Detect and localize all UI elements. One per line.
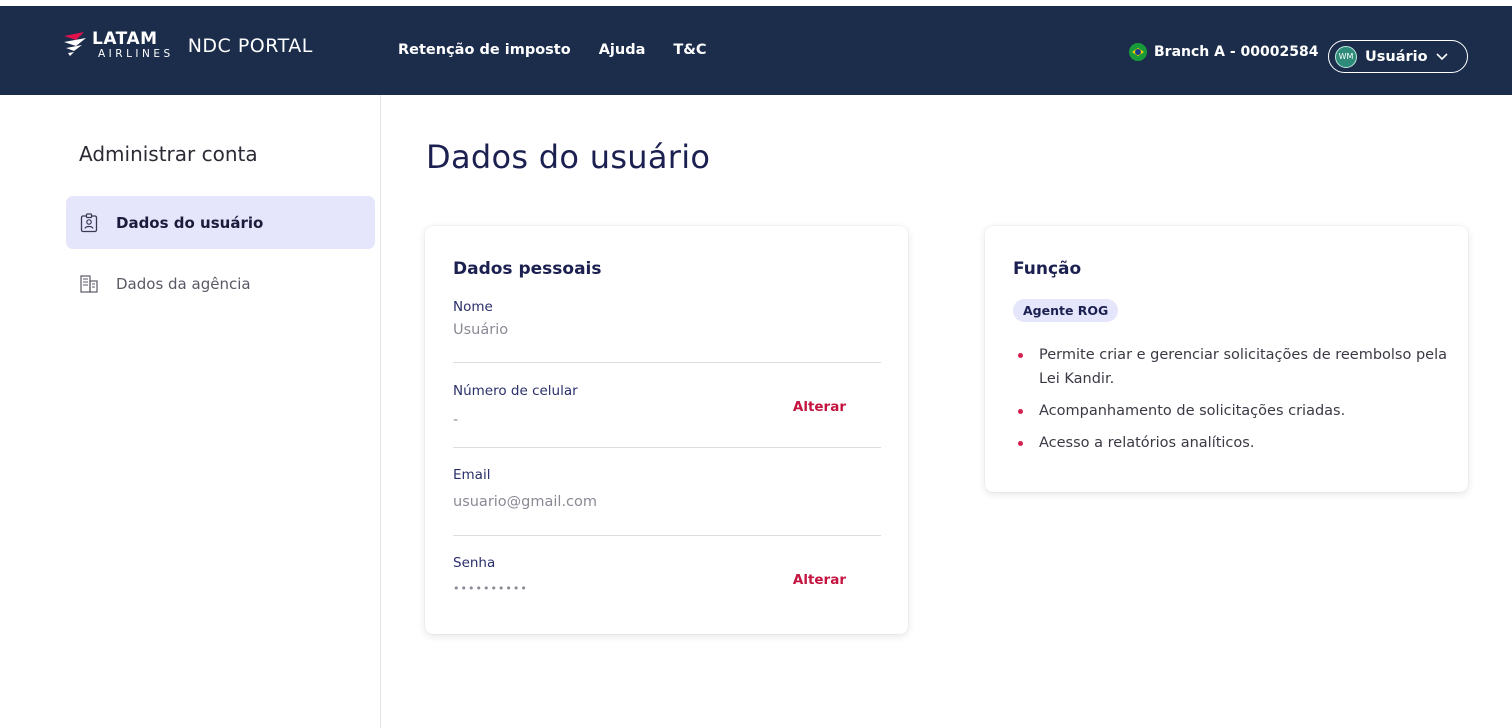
user-menu-button[interactable]: WM Usuário bbox=[1328, 40, 1468, 73]
branch-indicator[interactable]: Branch A - 00002584 bbox=[1129, 43, 1318, 61]
field-value: Usuário bbox=[453, 322, 509, 338]
user-label: Usuário bbox=[1365, 48, 1428, 65]
branch-label: Branch A - 00002584 bbox=[1154, 44, 1319, 60]
sidebar: Administrar conta Dados do usuário Dados… bbox=[0, 95, 381, 728]
field-email: Email usuario@gmail.com bbox=[453, 467, 881, 510]
list-item: Acesso a relatórios analíticos. bbox=[1015, 431, 1455, 455]
role-permissions-list: Permite criar e gerenciar solicitações d… bbox=[1015, 343, 1455, 463]
brand-secondary: AIRLINES bbox=[98, 47, 174, 60]
divider bbox=[453, 362, 881, 363]
sidebar-item-label: Dados do usuário bbox=[116, 213, 264, 232]
role-badge: Agente ROG bbox=[1013, 299, 1119, 322]
field-nome: Nome Usuário bbox=[453, 299, 881, 338]
list-item: Permite criar e gerenciar solicitações d… bbox=[1015, 343, 1455, 391]
alterar-senha-button[interactable]: Alterar bbox=[793, 572, 846, 588]
nav-retencao-imposto[interactable]: Retenção de imposto bbox=[398, 42, 571, 58]
field-value: usuario@gmail.com bbox=[453, 494, 598, 510]
chevron-down-icon bbox=[1436, 50, 1448, 64]
field-label: Número de celular bbox=[453, 383, 578, 399]
latam-logo-icon bbox=[62, 28, 88, 62]
sidebar-title: Administrar conta bbox=[79, 142, 258, 166]
list-item: Acompanhamento de solicitações criadas. bbox=[1015, 399, 1455, 423]
nav-termos[interactable]: T&C bbox=[673, 42, 706, 58]
avatar: WM bbox=[1335, 45, 1357, 68]
top-nav: Retenção de imposto Ajuda T&C bbox=[398, 42, 707, 58]
field-label: Senha bbox=[453, 555, 496, 571]
divider bbox=[453, 447, 881, 448]
page-title: Dados do usuário bbox=[426, 138, 711, 176]
sidebar-item-dados-usuario[interactable]: Dados do usuário bbox=[66, 196, 375, 249]
personal-data-card: Dados pessoais Nome Usuário Número de ce… bbox=[425, 226, 908, 634]
latam-logo[interactable]: LATAM AIRLINES NDC PORTAL bbox=[62, 28, 313, 62]
portal-name: NDC PORTAL bbox=[187, 35, 313, 57]
sidebar-item-label: Dados da agência bbox=[116, 274, 251, 293]
nav-ajuda[interactable]: Ajuda bbox=[599, 42, 646, 58]
personal-data-title: Dados pessoais bbox=[453, 259, 602, 279]
sidebar-item-dados-agencia[interactable]: Dados da agência bbox=[66, 257, 375, 310]
user-badge-icon bbox=[80, 212, 98, 233]
building-icon bbox=[80, 274, 98, 294]
brand-primary: LATAM bbox=[92, 28, 158, 49]
divider bbox=[453, 535, 881, 536]
brand-text: LATAM AIRLINES bbox=[92, 30, 174, 61]
role-card: Função Agente ROG Permite criar e gerenc… bbox=[985, 226, 1468, 492]
role-title: Função bbox=[1013, 259, 1082, 279]
brazil-flag-icon bbox=[1129, 43, 1147, 61]
field-label: Nome bbox=[453, 299, 493, 315]
top-navigation-bar: LATAM AIRLINES NDC PORTAL Retenção de im… bbox=[0, 0, 1512, 95]
alterar-celular-button[interactable]: Alterar bbox=[793, 399, 846, 415]
field-label: Email bbox=[453, 467, 491, 483]
